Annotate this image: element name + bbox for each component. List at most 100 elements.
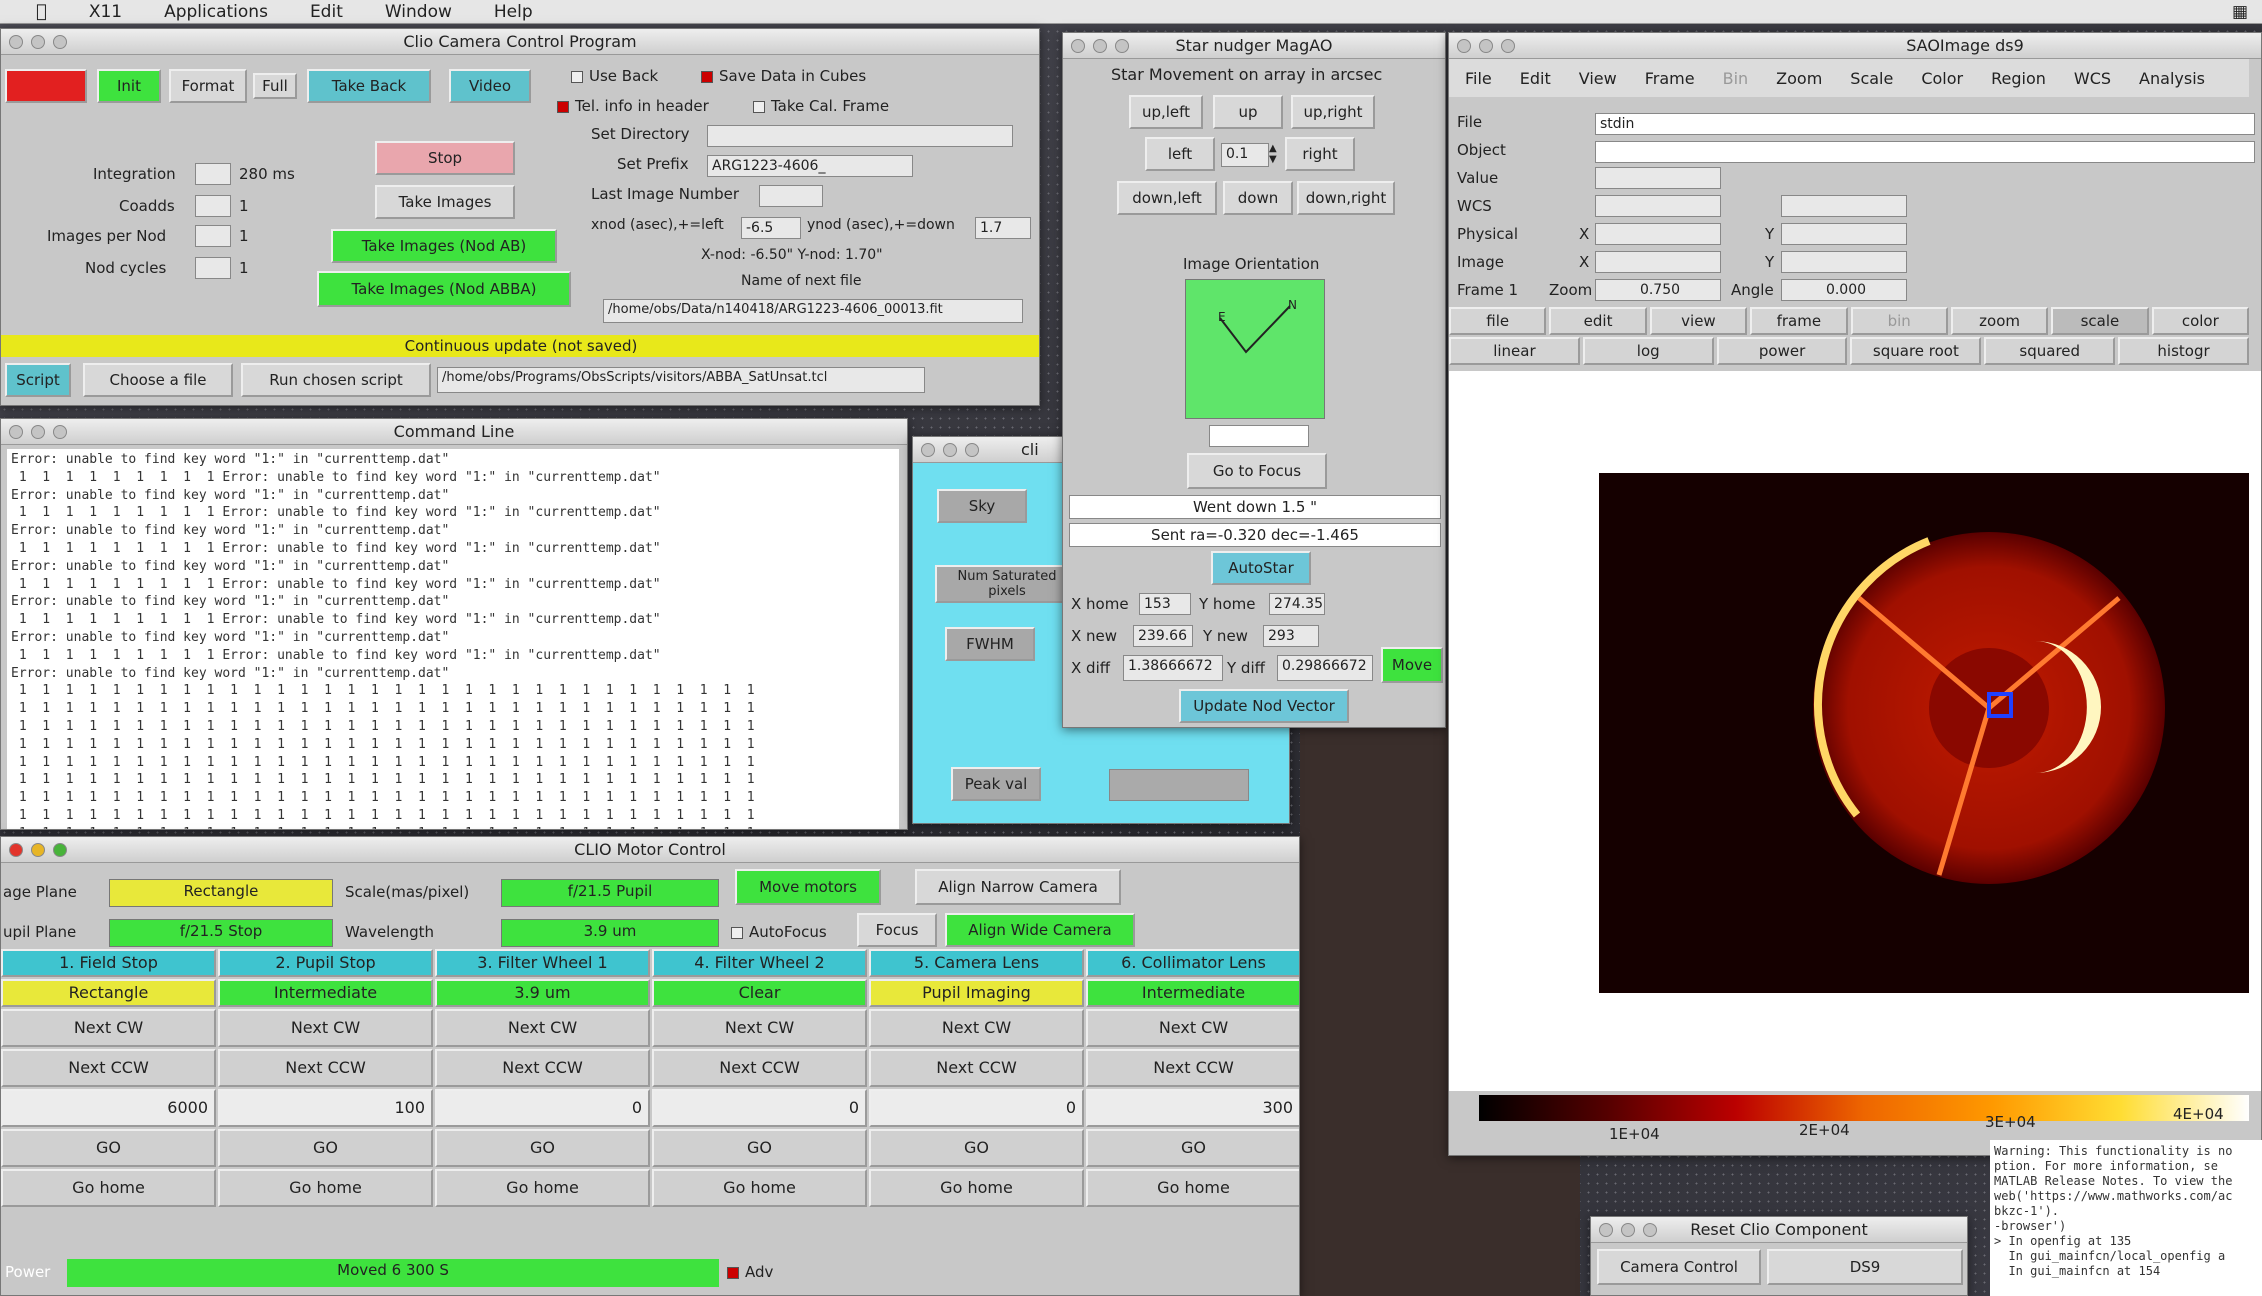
minimize-icon[interactable] — [1093, 39, 1107, 53]
ds9-menu-file[interactable]: File — [1465, 69, 1492, 88]
align-wide-camera-button[interactable]: Align Wide Camera — [945, 913, 1135, 947]
ds9-menu-analysis[interactable]: Analysis — [2139, 69, 2205, 88]
minimize-icon[interactable] — [943, 443, 957, 457]
ynod-field[interactable]: 1.7 — [975, 217, 1031, 239]
ds9-btn-edit[interactable]: edit — [1549, 307, 1647, 335]
go-to-focus-button[interactable]: Go to Focus — [1187, 453, 1327, 489]
zoom-icon[interactable] — [1115, 39, 1129, 53]
y-home-field[interactable]: 274.35 — [1269, 593, 1325, 615]
save-cubes-checkbox[interactable]: Save Data in Cubes — [701, 67, 866, 85]
scale-log-button[interactable]: log — [1582, 337, 1714, 365]
focus-button[interactable]: Focus — [857, 913, 937, 947]
ds9-menu-color[interactable]: Color — [1921, 69, 1963, 88]
peak-val-button[interactable]: Peak val — [951, 767, 1041, 801]
apple-icon[interactable]:  — [36, 1, 47, 22]
align-narrow-camera-button[interactable]: Align Narrow Camera — [915, 869, 1121, 905]
format-button[interactable]: Format — [169, 69, 247, 103]
close-icon[interactable] — [1599, 1223, 1613, 1237]
take-images-nod-ab-button[interactable]: Take Images (Nod AB) — [331, 229, 557, 263]
position-field[interactable]: 0 — [869, 1089, 1084, 1127]
coadds-field[interactable] — [195, 195, 231, 217]
nod-cycles-field[interactable] — [195, 257, 231, 279]
ds9-menu-view[interactable]: View — [1579, 69, 1617, 88]
zoom-icon[interactable] — [53, 35, 67, 49]
position-field[interactable]: 0 — [435, 1089, 650, 1127]
position-field[interactable]: 100 — [218, 1089, 433, 1127]
ds9-btn-frame[interactable]: frame — [1750, 307, 1848, 335]
ds9-menu-zoom[interactable]: Zoom — [1776, 69, 1822, 88]
minimize-icon[interactable] — [1479, 39, 1493, 53]
take-back-button[interactable]: Take Back — [307, 69, 431, 103]
ds9-menu-frame[interactable]: Frame — [1645, 69, 1695, 88]
colorbar[interactable] — [1479, 1095, 2249, 1121]
go-home-button[interactable]: Go home — [652, 1169, 867, 1207]
take-images-nod-abba-button[interactable]: Take Images (Nod ABBA) — [317, 271, 571, 307]
down-left-button[interactable]: down,left — [1117, 181, 1217, 215]
next-ccw-button[interactable]: Next CCW — [1086, 1049, 1299, 1087]
x-new-field[interactable]: 239.66 — [1133, 625, 1193, 647]
full-button[interactable]: Full — [253, 73, 297, 99]
minimize-icon[interactable] — [31, 35, 45, 49]
go-button[interactable]: GO — [869, 1129, 1084, 1167]
init-button[interactable]: Init — [97, 69, 161, 103]
tel-info-checkbox[interactable]: Tel. info in header — [557, 97, 709, 115]
zoom-icon[interactable] — [53, 425, 67, 439]
position-field[interactable]: 300 — [1086, 1089, 1299, 1127]
close-icon[interactable] — [921, 443, 935, 457]
scale-sqrt-button[interactable]: square root — [1850, 337, 1982, 365]
go-button[interactable]: GO — [218, 1129, 433, 1167]
close-icon[interactable] — [9, 35, 23, 49]
minimize-icon[interactable] — [31, 843, 45, 857]
next-ccw-button[interactable]: Next CCW — [218, 1049, 433, 1087]
command-output[interactable]: Error: unable to find key word "1:" in "… — [7, 449, 899, 829]
prefix-field[interactable]: ARG1223-4606_ — [707, 155, 913, 177]
next-cw-button[interactable]: Next CW — [1086, 1009, 1299, 1047]
adv-checkbox[interactable]: Adv — [727, 1263, 773, 1281]
ds9-menu-region[interactable]: Region — [1991, 69, 2046, 88]
up-right-button[interactable]: up,right — [1291, 95, 1375, 129]
go-home-button[interactable]: Go home — [1, 1169, 216, 1207]
matlab-terminal[interactable]: Warning: This functionality is no ption. … — [1990, 1140, 2262, 1296]
fwhm-button[interactable]: FWHM — [945, 627, 1035, 661]
ds9-btn-bin[interactable]: bin — [1850, 307, 1948, 335]
ds9-btn-zoom[interactable]: zoom — [1950, 307, 2049, 335]
menu-help[interactable]: Help — [494, 2, 533, 22]
ds9-image-frame[interactable] — [1599, 473, 2249, 993]
go-button[interactable]: GO — [435, 1129, 650, 1167]
menu-window[interactable]: Window — [385, 2, 452, 22]
position-field[interactable]: 0 — [652, 1089, 867, 1127]
use-back-checkbox[interactable]: Use Back — [571, 67, 658, 85]
next-cw-button[interactable]: Next CW — [218, 1009, 433, 1047]
y-new-field[interactable]: 293 — [1263, 625, 1319, 647]
down-button[interactable]: down — [1223, 181, 1293, 215]
up-left-button[interactable]: up,left — [1129, 95, 1203, 129]
num-saturated-button[interactable]: Num Saturated pixels — [935, 565, 1079, 603]
scale-squared-button[interactable]: squared — [1984, 337, 2116, 365]
x-home-field[interactable]: 153 — [1139, 593, 1191, 615]
zoom-icon[interactable] — [53, 843, 67, 857]
xnod-field[interactable]: -6.5 — [741, 217, 801, 239]
orientation-field[interactable] — [1209, 425, 1309, 447]
ds9-menu-wcs[interactable]: WCS — [2074, 69, 2111, 88]
images-per-nod-field[interactable] — [195, 225, 231, 247]
go-button[interactable]: GO — [652, 1129, 867, 1167]
up-button[interactable]: up — [1213, 95, 1283, 129]
autofocus-checkbox[interactable]: AutoFocus — [731, 923, 827, 941]
last-image-field[interactable] — [759, 185, 823, 207]
script-path-field[interactable]: /home/obs/Programs/ObsScripts/visitors/A… — [437, 367, 925, 393]
menu-x11[interactable]: X11 — [89, 2, 122, 22]
status-icon[interactable]: ▦ — [2232, 2, 2248, 22]
move-motors-button[interactable]: Move motors — [735, 869, 881, 905]
scale-power-button[interactable]: power — [1716, 337, 1848, 365]
reset-ds9-button[interactable]: DS9 — [1767, 1249, 1963, 1285]
next-ccw-button[interactable]: Next CCW — [435, 1049, 650, 1087]
ds9-btn-file[interactable]: file — [1449, 307, 1547, 335]
go-home-button[interactable]: Go home — [869, 1169, 1084, 1207]
ds9-menu-bin[interactable]: Bin — [1723, 69, 1749, 88]
script-button[interactable]: Script — [5, 363, 71, 397]
next-ccw-button[interactable]: Next CCW — [1, 1049, 216, 1087]
step-field[interactable]: 0.1 — [1221, 143, 1269, 167]
next-cw-button[interactable]: Next CW — [652, 1009, 867, 1047]
scale-histogram-button[interactable]: histogr — [2118, 337, 2249, 365]
position-field[interactable]: 6000 — [1, 1089, 216, 1127]
